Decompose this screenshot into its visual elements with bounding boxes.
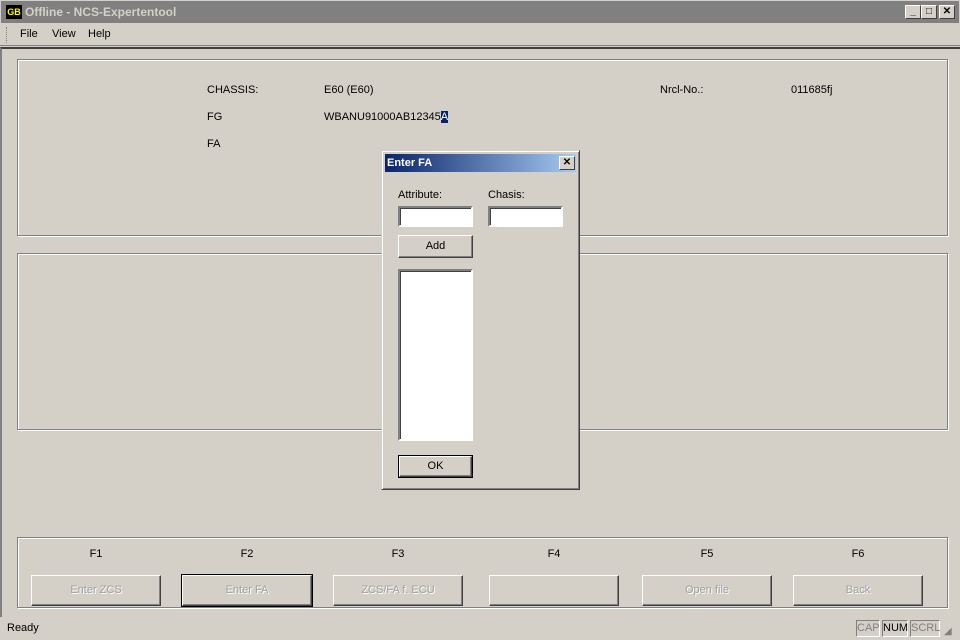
menu-help[interactable]: Help xyxy=(88,28,111,40)
enter-fa-dialog: Enter FA ✕ Attribute: Chasis: Add OK xyxy=(381,150,580,490)
window-title: Offline - NCS-Expertentool xyxy=(25,5,177,19)
fkey-button-f3[interactable]: ZCS/FA f. ECU xyxy=(333,575,463,606)
fkey-label-f5: F5 xyxy=(700,548,714,560)
app-icon: GB xyxy=(6,5,22,19)
title-bar[interactable]: GB Offline - NCS-Expertentool _ □ ✕ xyxy=(0,0,960,23)
fkey-button-f6[interactable]: Back xyxy=(793,575,923,606)
attribute-input[interactable] xyxy=(398,206,473,227)
menu-file[interactable]: File xyxy=(20,28,38,40)
fkey-label-f1: F1 xyxy=(89,548,103,560)
fg-value: WBANU91000AB12345A xyxy=(324,111,449,123)
menu-grip xyxy=(6,27,9,43)
nrcl-label: Nrcl-No.: xyxy=(660,84,704,96)
close-button[interactable]: ✕ xyxy=(939,5,955,19)
fkey-button-f2[interactable]: Enter FA xyxy=(181,574,313,607)
chasis-input[interactable] xyxy=(488,206,563,227)
minimize-button[interactable]: _ xyxy=(905,5,921,19)
ok-button[interactable]: OK xyxy=(398,455,473,478)
fkey-label-f3: F3 xyxy=(391,548,405,560)
menu-view[interactable]: View xyxy=(52,28,76,40)
resize-grip-icon[interactable]: ◢ xyxy=(944,626,952,637)
fa-label: FA xyxy=(207,138,221,150)
num-indicator: NUM xyxy=(882,620,908,637)
fg-selection: A xyxy=(440,111,449,123)
fkey-label-f4: F4 xyxy=(547,548,561,560)
status-text: Ready xyxy=(7,622,39,634)
dialog-title-bar[interactable]: Enter FA ✕ xyxy=(385,154,576,172)
fkey-button-f1[interactable]: Enter ZCS xyxy=(31,575,161,606)
maximize-button[interactable]: □ xyxy=(921,5,937,19)
dialog-title: Enter FA xyxy=(387,157,433,169)
menu-bar: File View Help xyxy=(0,24,960,46)
add-button[interactable]: Add xyxy=(398,235,473,258)
scrl-indicator: SCRL xyxy=(910,620,940,637)
fkey-button-f5[interactable]: Open file xyxy=(642,575,772,606)
chassis-value: E60 (E60) xyxy=(324,84,374,96)
fg-text: WBANU91000AB12345 xyxy=(324,111,441,123)
fkey-label-f6: F6 xyxy=(851,548,865,560)
attribute-label: Attribute: xyxy=(398,189,443,201)
dialog-close-button[interactable]: ✕ xyxy=(559,156,575,170)
attribute-listbox[interactable] xyxy=(398,269,473,441)
chassis-label: CHASSIS: xyxy=(207,84,259,96)
chasis-label: Chasis: xyxy=(488,189,525,201)
status-bar: Ready CAP NUM SCRL ◢ xyxy=(0,618,960,640)
fkey-label-f2: F2 xyxy=(240,548,254,560)
fg-label: FG xyxy=(207,111,223,123)
nrcl-value: 011685fj xyxy=(791,84,833,96)
fkey-button-f4[interactable] xyxy=(489,575,619,606)
cap-indicator: CAP xyxy=(856,620,880,637)
